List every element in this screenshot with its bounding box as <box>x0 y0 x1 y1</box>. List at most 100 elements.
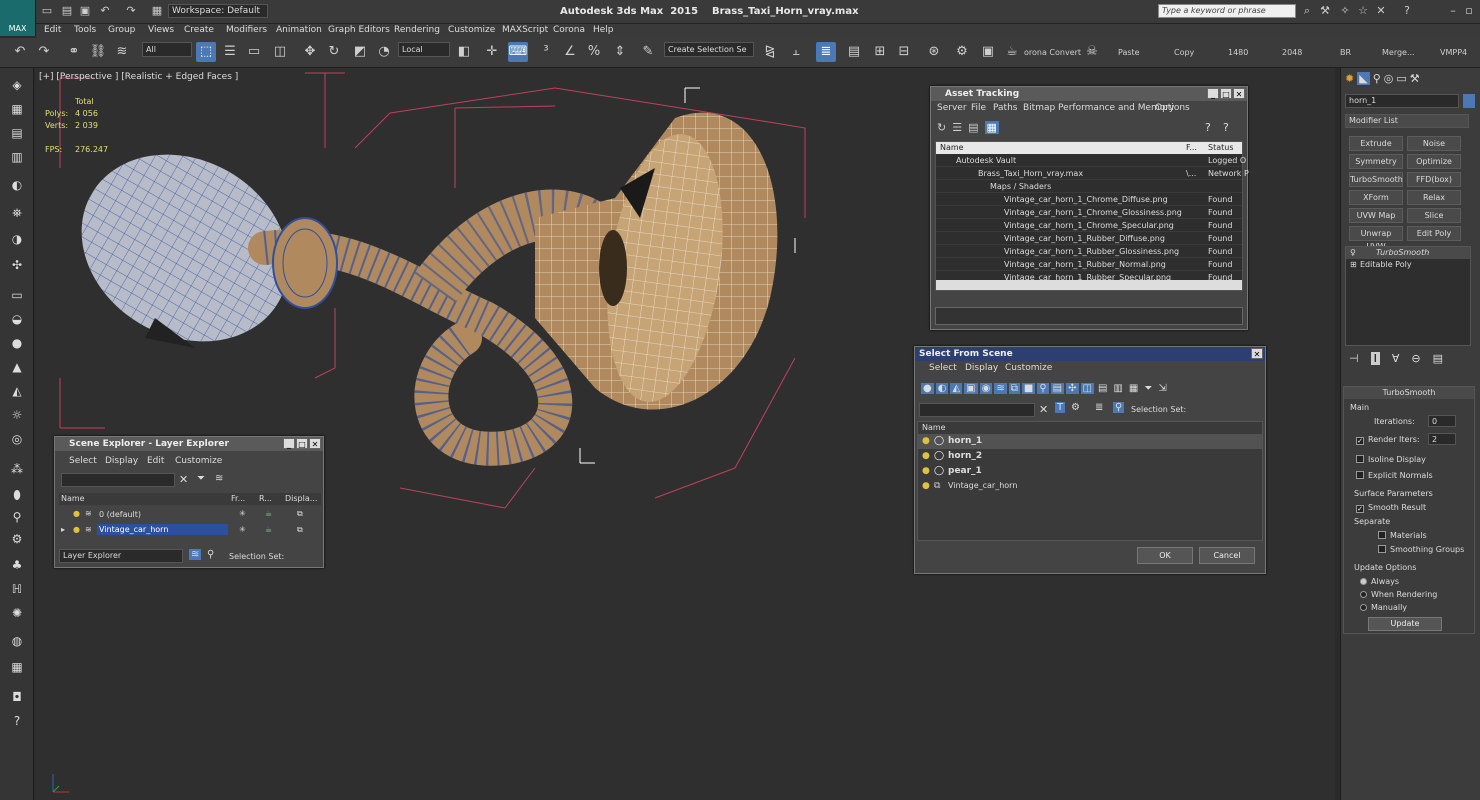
case-sensitive-icon[interactable]: T <box>1055 402 1066 413</box>
col-f[interactable]: F... <box>1186 143 1197 152</box>
subscription-icon[interactable]: ⚒ <box>1318 4 1332 18</box>
menu-bitmap-performance[interactable]: Bitmap Performance and Memory <box>1023 103 1174 113</box>
table-row[interactable]: Autodesk Vault Logged O <box>936 154 1246 167</box>
window-crossing-icon[interactable]: ◫ <box>270 42 290 62</box>
material-editor-icon[interactable]: ⊛ <box>924 42 944 62</box>
save-icon[interactable]: ▣ <box>78 4 92 18</box>
visibility-bulb-icon[interactable]: ● <box>922 451 930 461</box>
keyboard-shortcut-override-icon[interactable]: ⌨ <box>508 42 528 62</box>
frozen-filter-icon[interactable]: ✣ <box>1066 383 1079 394</box>
xref-filter-icon[interactable]: ■ <box>1021 383 1036 394</box>
favorites-icon[interactable]: ☆ <box>1356 4 1370 18</box>
shell-icon[interactable]: ✺ <box>8 604 26 622</box>
curve-editor-icon[interactable]: ⊞ <box>870 42 890 62</box>
resolution-2048-button[interactable]: 2048 <box>1282 48 1302 57</box>
col-status[interactable]: Status <box>1208 143 1234 152</box>
plane-icon[interactable]: ▥ <box>8 148 26 166</box>
hierarchy-icon[interactable]: ⚲ <box>8 508 26 526</box>
layer-manager-icon[interactable]: ≣ <box>816 42 836 62</box>
render-icon[interactable]: ◘ <box>8 688 26 706</box>
snaps-toggle-icon[interactable]: ³ <box>536 42 556 62</box>
rect-selection-icon[interactable]: ▭ <box>244 42 264 62</box>
menu-edit[interactable]: Edit <box>147 456 164 466</box>
minimize-window-icon[interactable]: – <box>1446 4 1460 18</box>
col-name[interactable]: Name <box>922 423 946 432</box>
camera-filter-icon[interactable]: ▣ <box>964 383 978 394</box>
layer-options-icon[interactable]: ≋ <box>215 473 223 484</box>
sun-icon[interactable]: ☼ <box>8 406 26 424</box>
table-row[interactable]: Maps / Shaders <box>936 180 1242 193</box>
redo-icon[interactable]: ↷ <box>124 4 138 18</box>
object-color-swatch[interactable] <box>1463 94 1475 108</box>
turbosmooth-button[interactable]: TurboSmooth <box>1349 172 1403 187</box>
align-icon[interactable]: ⫠ <box>786 42 806 62</box>
pyramid-icon[interactable]: ◭ <box>8 382 26 400</box>
shape-filter-icon[interactable]: ◐ <box>935 383 949 394</box>
menu-display[interactable]: Display <box>105 456 138 466</box>
camera-icon[interactable]: ⛯ <box>8 204 26 222</box>
close-search-icon[interactable]: ✕ <box>1374 4 1388 18</box>
close-icon[interactable]: ✕ <box>1251 348 1263 359</box>
explicit-normals-checkbox[interactable]: Explicit Normals <box>1356 471 1433 480</box>
select-manipulate-icon[interactable]: ✛ <box>482 42 502 62</box>
noise-button[interactable]: Noise <box>1407 136 1461 151</box>
horizontal-scrollbar[interactable] <box>936 280 1242 290</box>
search-input[interactable]: Type a keyword or phrase <box>1158 4 1296 18</box>
cancel-button[interactable]: Cancel <box>1199 547 1255 564</box>
menu-group[interactable]: Group <box>108 25 135 35</box>
xform-button[interactable]: XForm <box>1349 190 1403 205</box>
communication-icon[interactable]: ✧ <box>1338 4 1352 18</box>
spacewarp-filter-icon[interactable]: ≋ <box>994 383 1007 394</box>
freeze-icon[interactable]: ✳ <box>239 509 246 518</box>
percent-snap-icon[interactable]: % <box>584 42 604 62</box>
menu-create[interactable]: Create <box>184 25 214 35</box>
paste-button[interactable]: Paste <box>1118 48 1140 57</box>
panel-icon[interactable]: ▭ <box>8 286 26 304</box>
help-icon[interactable]: ? <box>1400 4 1414 18</box>
list-item[interactable]: ● ◯ pear_1 <box>918 464 1262 479</box>
expand-arrow-icon[interactable]: ▸ <box>61 525 65 534</box>
menu-customize[interactable]: Customize <box>1005 363 1052 373</box>
update-button[interactable]: Update <box>1368 617 1442 631</box>
invert-display-icon[interactable]: ▦ <box>1127 383 1140 394</box>
col-display[interactable]: Displa... <box>285 494 317 503</box>
remove-modifier-icon[interactable]: ⊖ <box>1411 352 1420 365</box>
schematic-view-icon[interactable]: ⊟ <box>894 42 914 62</box>
menu-tools[interactable]: Tools <box>74 25 96 35</box>
maximize-icon[interactable]: □ <box>1220 88 1232 99</box>
stack-item[interactable]: ♀ TurboSmooth <box>1346 247 1470 259</box>
asset-path-field[interactable] <box>935 307 1243 325</box>
list-icon[interactable]: ☰ <box>952 121 962 134</box>
menu-customize[interactable]: Customize <box>448 25 495 35</box>
render-teapot-icon[interactable]: ☕ <box>1002 42 1022 62</box>
iterations-spinner[interactable]: 0 <box>1428 415 1456 427</box>
globe-icon[interactable]: ◍ <box>8 632 26 650</box>
pin-stack-icon[interactable]: ⊣ <box>1349 352 1359 365</box>
bone-filter-icon[interactable]: ⚲ <box>1037 383 1049 394</box>
undo-icon[interactable]: ↶ <box>10 42 30 62</box>
make-unique-icon[interactable]: ∀ <box>1392 352 1400 365</box>
cone-icon[interactable]: ▲ <box>8 358 26 376</box>
helper-icon[interactable]: ◑ <box>8 230 26 248</box>
layer-stack-icon[interactable]: ≣ <box>1095 402 1103 413</box>
table-view-icon[interactable]: ▦ <box>984 121 999 134</box>
col-render[interactable]: R... <box>259 494 272 503</box>
render-iters-checkbox[interactable]: ✓ Render Iters: <box>1356 435 1420 445</box>
select-from-scene-title[interactable]: Select From Scene ✕ <box>915 347 1265 361</box>
stack-item[interactable]: ⊞ Editable Poly <box>1346 259 1470 271</box>
utilities-tab-icon[interactable]: ⚒ <box>1410 72 1420 85</box>
menu-customize[interactable]: Customize <box>175 456 222 466</box>
copy-button[interactable]: Copy <box>1174 48 1194 57</box>
pill-icon[interactable]: ⬮ <box>8 486 26 504</box>
ribbon-icon[interactable]: ▤ <box>844 42 864 62</box>
hierarchy-mode-icon[interactable]: ⚲ <box>1113 402 1125 413</box>
geometry-filter-icon[interactable]: ● <box>921 383 934 394</box>
plant-icon[interactable]: ♣ <box>8 556 26 574</box>
reference-coord-dropdown[interactable]: Local <box>398 42 450 57</box>
symmetry-button[interactable]: Symmetry <box>1349 154 1403 169</box>
help-context-icon[interactable]: ? <box>1223 121 1229 134</box>
menu-views[interactable]: Views <box>148 25 174 35</box>
table-row[interactable]: Vintage_car_horn_1_Chrome_Specular.png Fo… <box>936 219 1242 232</box>
ok-button[interactable]: OK <box>1137 547 1193 564</box>
menu-corona[interactable]: Corona <box>553 25 585 35</box>
